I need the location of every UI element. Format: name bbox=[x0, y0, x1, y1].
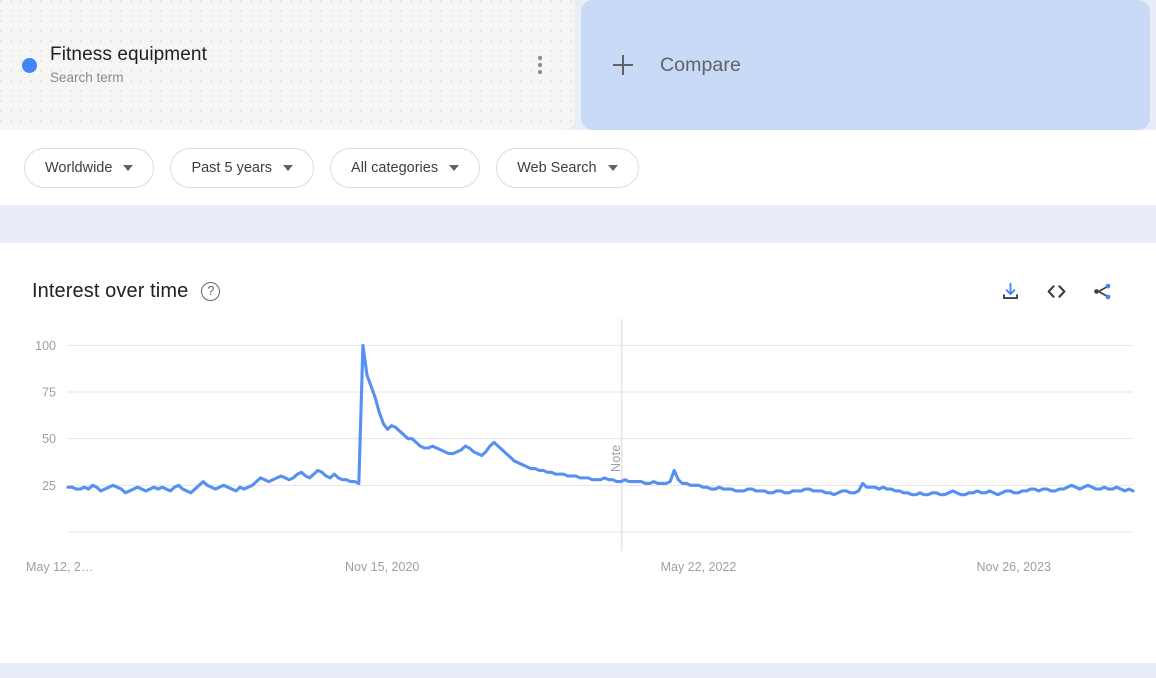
series-color-dot bbox=[22, 57, 37, 73]
filter-location-label: Worldwide bbox=[45, 159, 113, 176]
svg-text:Nov 26, 2023: Nov 26, 2023 bbox=[977, 560, 1051, 574]
interest-over-time-card: Interest over time ? 25 50 75 100 May 12… bbox=[8, 243, 1148, 663]
search-term-title: Fitness equipment bbox=[50, 43, 207, 65]
share-icon[interactable] bbox=[1088, 277, 1116, 305]
svg-text:Nov 15, 2020: Nov 15, 2020 bbox=[345, 560, 419, 574]
filter-time-range-label: Past 5 years bbox=[191, 159, 273, 176]
chart-header: Interest over time ? bbox=[8, 243, 1148, 305]
kebab-menu-icon[interactable] bbox=[527, 48, 553, 82]
svg-text:May 12, 2…: May 12, 2… bbox=[26, 560, 93, 574]
filter-time-range[interactable]: Past 5 years bbox=[170, 147, 315, 188]
plus-icon bbox=[613, 55, 633, 75]
help-circle-icon[interactable]: ? bbox=[201, 281, 221, 301]
svg-text:50: 50 bbox=[42, 432, 56, 446]
topic-bar: Fitness equipment Search term Compare bbox=[0, 0, 1156, 130]
chart-actions bbox=[996, 277, 1116, 305]
filter-search-type[interactable]: Web Search bbox=[496, 147, 639, 188]
page-title: Interest over time bbox=[32, 279, 189, 302]
filter-search-type-label: Web Search bbox=[517, 159, 597, 176]
compare-label: Compare bbox=[660, 53, 741, 76]
svg-text:25: 25 bbox=[42, 479, 56, 493]
note-annotation-label: Note bbox=[609, 444, 623, 472]
chevron-down-icon bbox=[123, 164, 134, 171]
chevron-down-icon bbox=[449, 164, 460, 171]
interest-over-time-line-chart[interactable]: 25 50 75 100 May 12, 2… Nov 15, 2020 May 22, 2… bbox=[8, 319, 1148, 619]
filter-category[interactable]: All categories bbox=[330, 147, 481, 188]
svg-text:75: 75 bbox=[42, 386, 56, 400]
filter-bar: Worldwide Past 5 years All categories We… bbox=[0, 130, 1156, 205]
chevron-down-icon bbox=[607, 164, 618, 171]
download-icon[interactable] bbox=[996, 277, 1024, 305]
chart-plot-area: 25 50 75 100 May 12, 2… Nov 15, 2020 May 22, 2… bbox=[8, 319, 1148, 619]
search-term-subtitle: Search term bbox=[50, 69, 124, 85]
search-term-card[interactable]: Fitness equipment Search term bbox=[0, 0, 575, 130]
filter-location[interactable]: Worldwide bbox=[24, 147, 155, 188]
chevron-down-icon bbox=[283, 164, 294, 171]
search-term-texts: Fitness equipment Search term bbox=[50, 43, 527, 88]
embed-code-icon[interactable] bbox=[1042, 277, 1070, 305]
background-spacer bbox=[0, 205, 1156, 243]
page-background-strip bbox=[0, 663, 1156, 678]
add-comparison-button[interactable]: Compare bbox=[581, 0, 1150, 130]
filter-category-label: All categories bbox=[351, 159, 439, 176]
svg-text:100: 100 bbox=[35, 339, 56, 353]
svg-text:May 22, 2022: May 22, 2022 bbox=[661, 560, 737, 574]
